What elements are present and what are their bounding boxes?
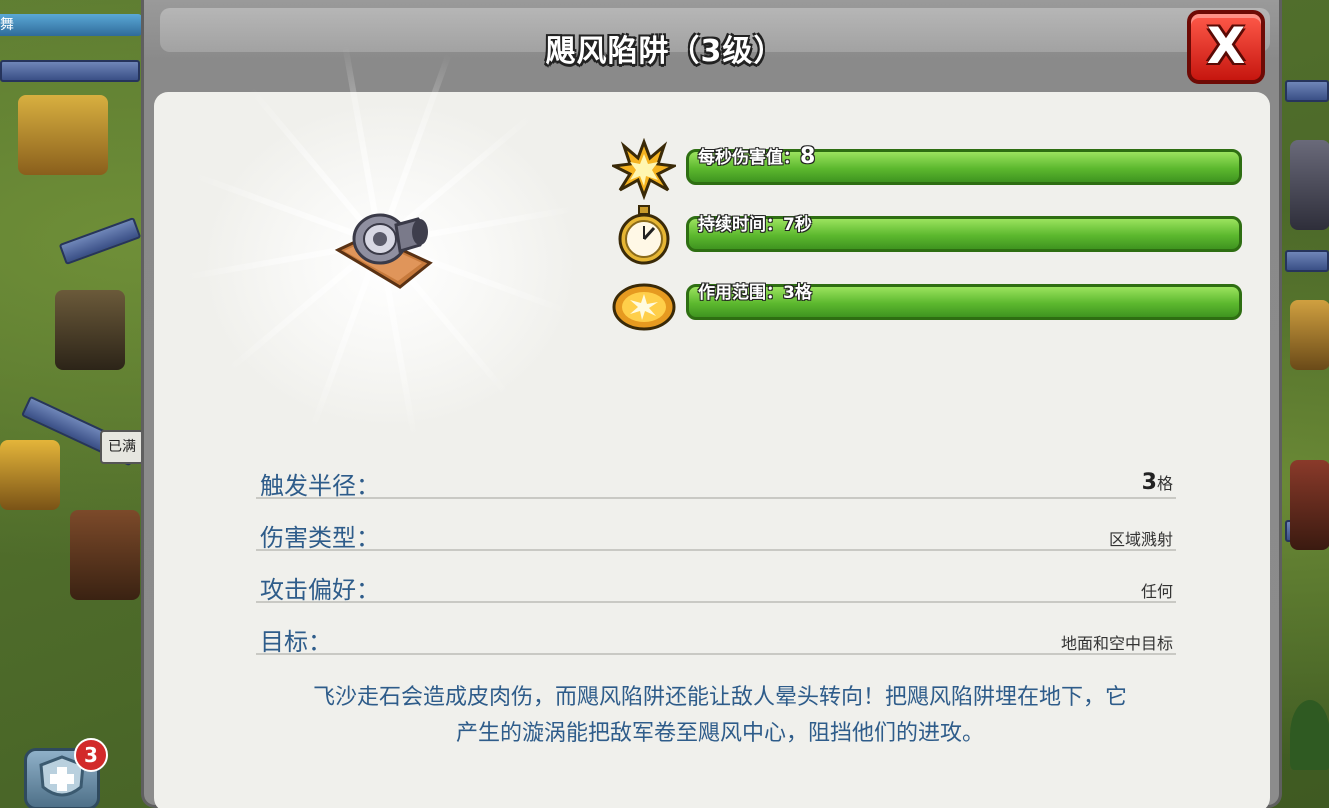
row-divider (256, 601, 1176, 603)
attack-preference-value: 任何 (1140, 582, 1173, 601)
wall-segment (0, 60, 140, 82)
building-right (1290, 140, 1329, 230)
targets-label: 目标： (260, 628, 332, 656)
gold-building (0, 440, 60, 510)
building-right (1290, 460, 1329, 550)
close-icon: X (1206, 17, 1246, 75)
stat-text-dps: 每秒伤害值：8 (698, 144, 816, 169)
storage-building (55, 290, 125, 370)
tornado-trap-icon (334, 213, 433, 289)
trigger-radius-label: 触发半径： (260, 472, 380, 500)
player-name-bar (0, 14, 142, 36)
notification-badge: 3 (74, 738, 108, 772)
tower-building (70, 510, 140, 600)
row-divider (256, 549, 1176, 551)
trap-description: 飞沙走石会造成皮肉伤，而飓风陷阱还能让敌人晕头转向！把飓风陷阱埋在地下，它 产生… (312, 685, 1127, 746)
targets-value: 地面和空中目标 (1060, 634, 1173, 653)
town-building (18, 95, 108, 175)
damage-type-label: 伤害类型： (260, 524, 380, 552)
damage-type-value: 区域溅射 (1108, 530, 1173, 549)
player-name: 舞 (0, 17, 14, 33)
explosion-icon (612, 138, 676, 200)
row-divider (256, 653, 1176, 655)
modal-title: 飓风陷阱（3级） (545, 34, 785, 69)
stopwatch-icon (618, 205, 670, 265)
trigger-radius-value: 3格 (1141, 470, 1173, 495)
attack-preference-label: 攻击偏好： (260, 576, 380, 604)
tree (1290, 700, 1329, 770)
row-divider (256, 497, 1176, 499)
building-right (1290, 300, 1329, 370)
wall-segment (1285, 250, 1329, 272)
area-blast-icon (612, 283, 676, 331)
stat-text-range: 作用范围：3格 (698, 283, 812, 303)
wall-segment (1285, 80, 1329, 102)
side-button[interactable]: 已满 (100, 430, 144, 464)
stat-text-duration: 持续时间：7秒 (698, 215, 812, 235)
close-button[interactable]: X (1187, 10, 1265, 84)
wall-segment (58, 216, 142, 266)
